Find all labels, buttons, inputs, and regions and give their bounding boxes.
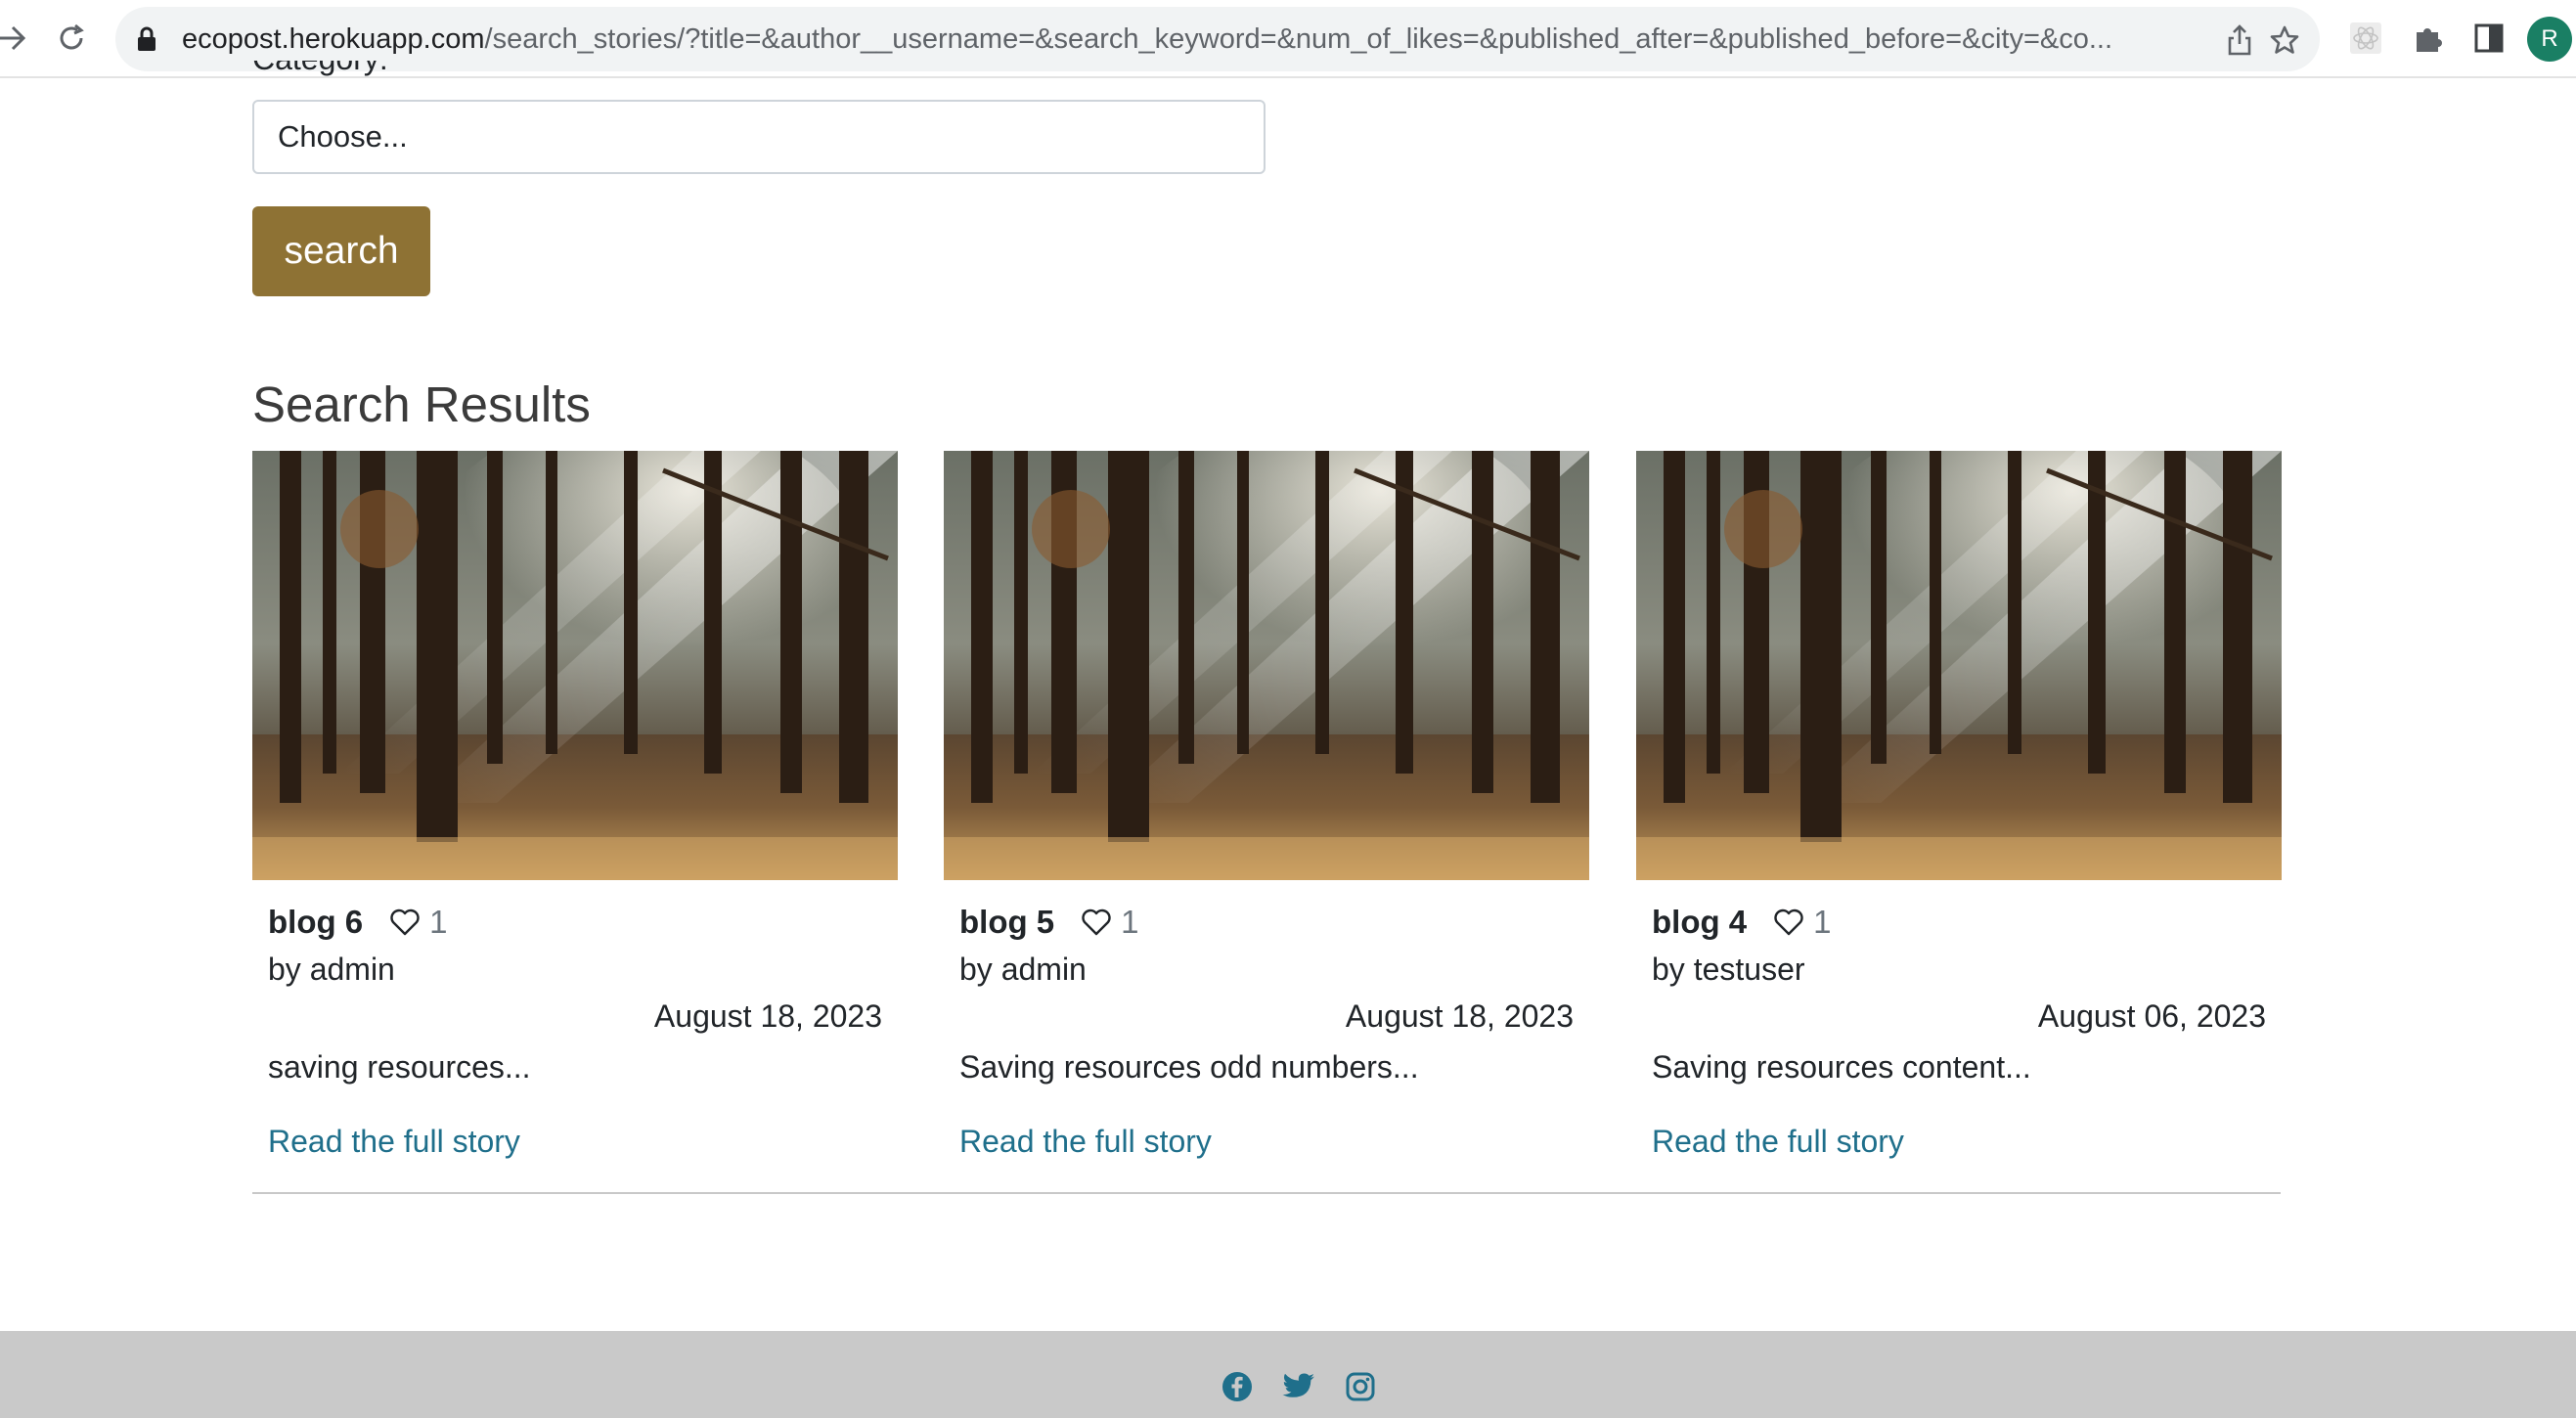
category-select[interactable]: Choose... — [252, 100, 1266, 174]
story-title: blog 4 — [1652, 904, 1748, 940]
read-full-story-link[interactable]: Read the full story — [268, 1120, 520, 1163]
story-author: by testuser — [1652, 952, 1805, 987]
heart-icon[interactable] — [1082, 908, 1111, 936]
story-image[interactable] — [252, 451, 898, 880]
instagram-icon[interactable] — [1344, 1370, 1377, 1403]
story-date: August 06, 2023 — [2037, 998, 2266, 1034]
side-panel-icon[interactable] — [2468, 18, 2509, 59]
likes[interactable]: 1 — [1774, 904, 1832, 941]
story-date: August 18, 2023 — [1345, 998, 1574, 1034]
extension-react-icon[interactable] — [2345, 18, 2386, 59]
search-results-heading: Search Results — [252, 377, 591, 432]
likes-count: 1 — [1813, 904, 1832, 940]
story-author: by admin — [268, 952, 395, 987]
lock-icon — [137, 26, 156, 57]
address-bar[interactable]: ecopost.herokuapp.com/search_stories/?ti… — [115, 7, 2320, 71]
story-card: blog 4 1 by testuser August 06, 2023 Sav… — [1636, 451, 2282, 1159]
bookmark-star-icon[interactable] — [2267, 22, 2302, 58]
forward-icon[interactable] — [0, 14, 35, 63]
likes[interactable]: 1 — [1082, 904, 1139, 941]
story-date: August 18, 2023 — [653, 998, 882, 1034]
profile-avatar[interactable]: R — [2527, 17, 2572, 62]
category-label: Category: — [252, 61, 388, 78]
likes[interactable]: 1 — [390, 904, 448, 941]
heart-icon[interactable] — [1774, 908, 1803, 936]
story-excerpt: saving resources... — [268, 1049, 531, 1085]
likes-count: 1 — [1121, 904, 1139, 940]
story-image[interactable] — [1636, 451, 2282, 880]
extensions-puzzle-icon[interactable] — [2408, 18, 2449, 59]
footer — [0, 1331, 2576, 1418]
twitter-icon[interactable] — [1282, 1370, 1315, 1403]
facebook-icon[interactable] — [1221, 1370, 1254, 1403]
story-excerpt: Saving resources odd numbers... — [959, 1049, 1419, 1085]
story-author: by admin — [959, 952, 1087, 987]
story-excerpt: Saving resources content... — [1652, 1049, 2031, 1085]
heart-icon[interactable] — [390, 908, 420, 936]
story-image[interactable] — [944, 451, 1589, 880]
read-full-story-link[interactable]: Read the full story — [959, 1120, 1212, 1163]
card-title-row: blog 6 1 — [268, 901, 448, 944]
story-card: blog 6 1 by admin August 18, 2023 saving… — [252, 451, 898, 1159]
reload-icon[interactable] — [47, 14, 96, 63]
likes-count: 1 — [429, 904, 448, 940]
share-icon[interactable] — [2222, 22, 2257, 58]
story-title: blog 5 — [959, 904, 1055, 940]
read-full-story-link[interactable]: Read the full story — [1652, 1120, 1904, 1163]
card-title-row: blog 5 1 — [959, 901, 1139, 944]
story-card: blog 5 1 by admin August 18, 2023 Saving… — [944, 451, 1589, 1159]
results-divider — [252, 1192, 2281, 1194]
card-title-row: blog 4 1 — [1652, 901, 1832, 944]
url-text: ecopost.herokuapp.com/search_stories/?ti… — [182, 23, 2113, 55]
story-title: blog 6 — [268, 904, 364, 940]
search-button[interactable]: search — [252, 206, 430, 296]
